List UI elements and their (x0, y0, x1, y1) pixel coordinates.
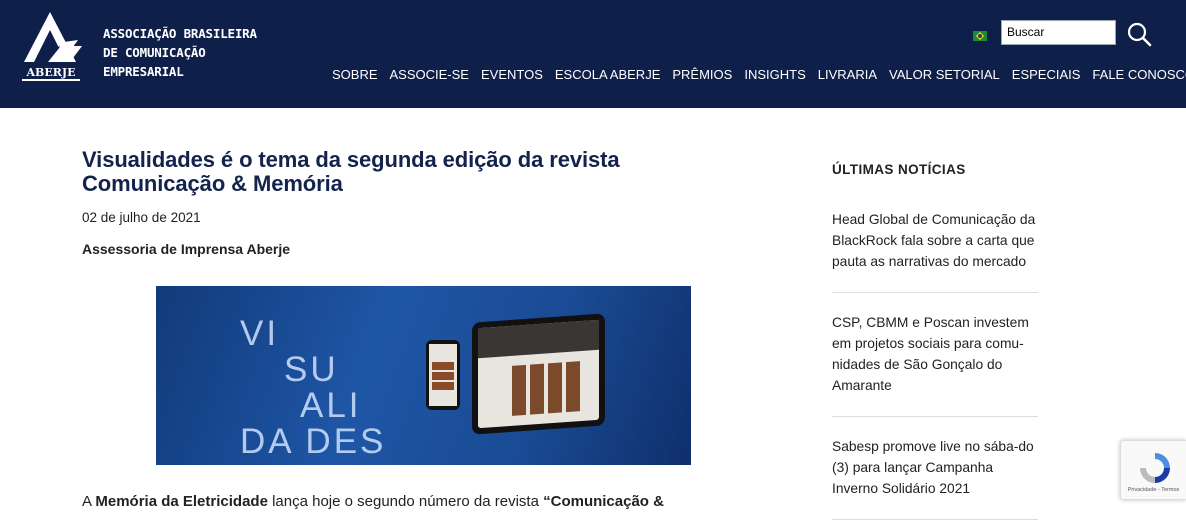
nav-eventos[interactable]: EVENTOS (475, 67, 549, 85)
org-name-line: EMPRESARIAL (103, 64, 184, 79)
article-hero-image: VI SU ALI DA DES (156, 286, 691, 465)
nav-livraria[interactable]: LIVRARIA (812, 67, 883, 85)
hero-word-line: ALI (300, 386, 362, 425)
org-name-line: DE COMUNICAÇÃO (103, 45, 206, 60)
nav-fale-conosco[interactable]: FALE CONOSCO (1086, 67, 1186, 85)
tablet-mockup (472, 313, 605, 435)
site-header: ABERJE ASSOCIAÇÃO BRASILEIRA DE COMUNICA… (0, 0, 1186, 108)
org-name-line: ASSOCIAÇÃO BRASILEIRA (103, 26, 257, 41)
news-item[interactable]: Sabesp promove live no sába-do (3) para … (832, 417, 1038, 520)
nav-valor-setorial[interactable]: VALOR SETORIAL (883, 67, 1006, 85)
recaptcha-text[interactable]: Privacidade - Termos (1121, 487, 1186, 493)
nav-associe-se[interactable]: ASSOCIE-SE (384, 67, 475, 85)
latest-news-sidebar: ÚLTIMAS NOTÍCIAS Head Global de Comunica… (832, 162, 1038, 520)
hero-wordmark: VI SU ALI DA DES (240, 316, 386, 460)
nav-insights[interactable]: INSIGHTS (738, 67, 811, 85)
article-date: 02 de julho de 2021 (82, 210, 201, 225)
article: Visualidades é o tema da segunda edição … (82, 147, 702, 258)
sidebar-title: ÚLTIMAS NOTÍCIAS (832, 162, 966, 177)
body-text: lança hoje o segundo número da revista (267, 493, 544, 510)
article-title: Visualidades é o tema da segunda edição … (82, 147, 620, 196)
recaptcha-icon (1140, 453, 1170, 483)
recaptcha-badge[interactable]: Privacidade - Termos (1120, 440, 1186, 500)
news-item[interactable]: CSP, CBMM e Poscan investem em projetos … (832, 293, 1038, 417)
article-body: A Memória da Eletricidade lança hoje o s… (82, 493, 702, 510)
phone-mockup (426, 340, 460, 410)
hero-word-line: SU (284, 350, 339, 389)
search-input[interactable]: Buscar (1001, 20, 1116, 45)
nav-premios[interactable]: PRÊMIOS (666, 67, 738, 85)
aberje-logo[interactable]: ABERJE (20, 10, 84, 86)
body-text: A (82, 493, 96, 510)
nav-escola-aberje[interactable]: ESCOLA ABERJE (549, 67, 667, 85)
logo-text: ABERJE (26, 66, 76, 79)
org-name: ASSOCIAÇÃO BRASILEIRA DE COMUNICAÇÃO EMP… (103, 24, 263, 81)
search-icon[interactable] (1126, 21, 1152, 47)
body-text-bold: “Comunicação & (543, 493, 664, 510)
nav-sobre[interactable]: SOBRE (326, 67, 384, 85)
brazil-flag-icon[interactable] (973, 31, 987, 41)
main-nav: SOBRE ASSOCIE-SE EVENTOS ESCOLA ABERJE P… (326, 67, 1186, 85)
hero-word-line: VI (240, 314, 280, 353)
nav-especiais[interactable]: ESPECIAIS (1006, 67, 1087, 85)
article-author: Assessoria de Imprensa Aberje (82, 241, 291, 257)
hero-word-line: DA DES (240, 422, 387, 461)
news-item[interactable]: Head Global de Comunicação da BlackRock … (832, 209, 1038, 293)
body-text-bold: Memória da Eletricidade (95, 493, 268, 510)
